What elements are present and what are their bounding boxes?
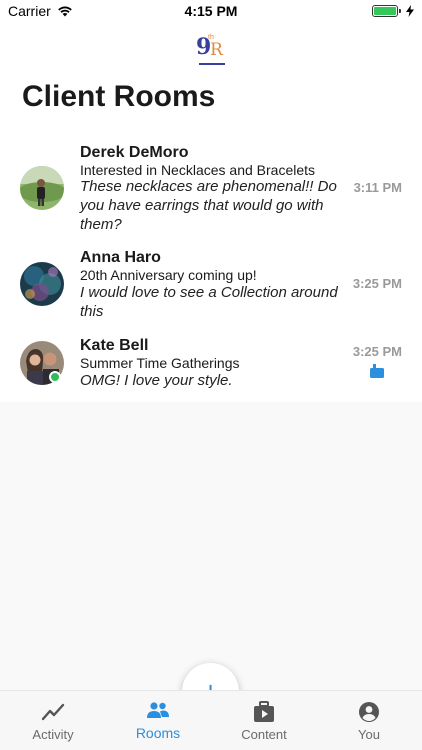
room-name: Kate Bell	[80, 337, 149, 354]
tab-rooms[interactable]: Rooms	[126, 691, 190, 750]
room-last-message: These necklaces are phenomenal!! Do you …	[80, 178, 337, 233]
wifi-icon	[57, 6, 72, 17]
avatar	[20, 166, 64, 210]
tab-content[interactable]: Content	[233, 691, 295, 750]
room-item-derek-demoro[interactable]: Derek DeMoro Interested in Necklaces and…	[0, 140, 422, 244]
tab-activity[interactable]: Activity	[22, 691, 84, 750]
user-circle-icon	[359, 702, 379, 722]
header: 9 th R Client Rooms	[0, 22, 422, 140]
room-name: Derek DeMoro	[80, 144, 189, 161]
briefcase-play-icon	[254, 701, 274, 722]
tab-you[interactable]: You	[340, 691, 398, 750]
brand-logo: 9 th R	[193, 34, 229, 66]
status-right	[372, 5, 414, 17]
page-title: Client Rooms	[22, 80, 216, 113]
room-time: 3:11 PM	[353, 180, 402, 195]
battery-icon	[372, 5, 401, 17]
room-item-anna-haro[interactable]: Anna Haro 20th Anniversary coming up! I …	[0, 244, 422, 330]
room-item-kate-bell[interactable]: Kate Bell Summer Time Gatherings OMG! I …	[0, 330, 422, 402]
logo-underline	[199, 63, 225, 65]
tab-label: Content	[241, 727, 287, 742]
rooms-list: Derek DeMoro Interested in Necklaces and…	[0, 140, 422, 402]
room-time: 3:25 PM	[352, 276, 402, 291]
activity-chart-icon	[41, 703, 65, 721]
status-left: Carrier	[8, 3, 73, 19]
logo-letter: R	[210, 40, 223, 60]
status-bar: Carrier 4:15 PM	[0, 0, 422, 22]
people-icon	[147, 702, 169, 718]
online-status-icon	[49, 371, 61, 383]
room-topic: Summer Time Gatherings	[80, 355, 240, 371]
room-last-message: OMG! I love your style.	[80, 372, 233, 389]
unread-mailbox-icon	[370, 364, 384, 378]
tab-label: You	[358, 727, 380, 742]
room-topic: Interested in Necklaces and Bracelets	[80, 162, 316, 178]
charging-bolt-icon	[406, 5, 414, 17]
tab-bar: Activity Rooms Content You	[0, 690, 422, 750]
avatar	[20, 262, 64, 306]
carrier-label: Carrier	[8, 3, 51, 19]
room-time: 3:25 PM	[352, 344, 402, 359]
tab-label: Activity	[32, 727, 74, 742]
tab-label: Rooms	[135, 725, 181, 741]
room-name: Anna Haro	[80, 249, 161, 266]
room-last-message: I would love to see a Collection around …	[80, 284, 338, 320]
room-topic: 20th Anniversary coming up!	[80, 267, 257, 283]
